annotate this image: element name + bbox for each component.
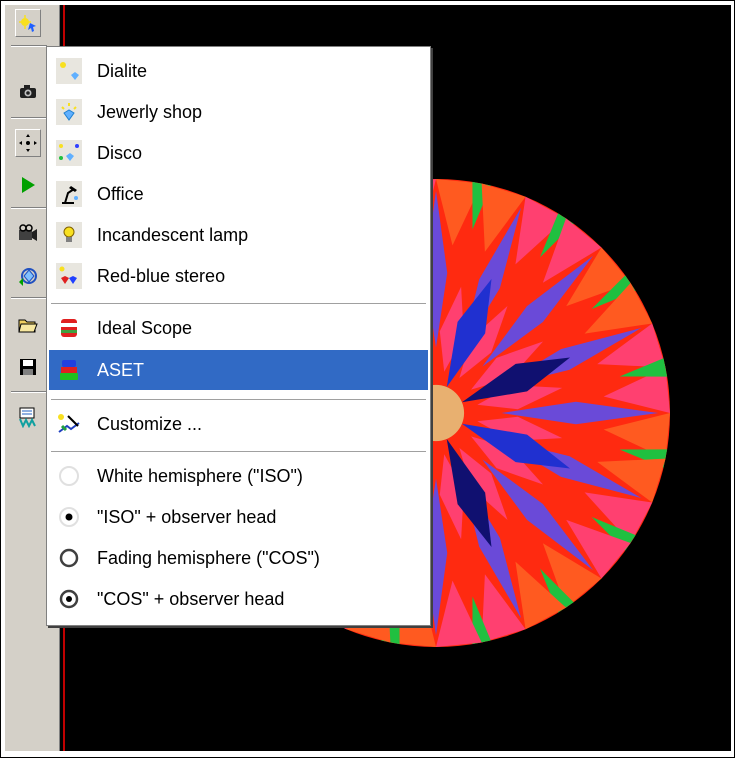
lighting-icon <box>18 13 38 33</box>
report-button[interactable] <box>15 403 41 431</box>
play-icon <box>19 175 37 195</box>
customize-icon <box>56 411 82 437</box>
menu-item-label: Dialite <box>97 61 148 81</box>
camera-settings-icon <box>17 222 39 244</box>
menu-item-white-hemisphere[interactable]: White hemisphere ("ISO") <box>49 456 428 496</box>
menu-item-label: Jewerly shop <box>97 102 203 122</box>
menu-item-iso-observer-head[interactable]: "ISO" + observer head <box>49 497 428 537</box>
menu-item-dialite[interactable]: Dialite <box>49 51 428 91</box>
menu-item-aset[interactable]: ASET <box>49 350 428 390</box>
camera-button[interactable] <box>15 77 41 105</box>
menu-item-label: Customize ... <box>97 414 203 434</box>
menu-item-office[interactable]: Office <box>49 174 428 214</box>
jewelry-shop-icon <box>56 99 82 125</box>
dialite-icon <box>56 58 82 84</box>
radio-dot-circle-icon <box>56 586 82 612</box>
camera-icon <box>18 82 38 100</box>
toolbar-separator <box>11 117 47 119</box>
toolbar-separator <box>11 45 47 47</box>
white-hemisphere-icon <box>56 463 82 489</box>
toolbar-separator <box>11 297 47 299</box>
camera-settings-button[interactable] <box>15 219 41 247</box>
aset-icon <box>56 357 82 383</box>
menu-item-label: Red-blue stereo <box>97 266 226 286</box>
menu-item-label: Fading hemisphere ("COS") <box>97 548 320 568</box>
menu-item-customize[interactable]: Customize ... <box>49 404 428 444</box>
report-icon <box>17 406 39 428</box>
menu-separator <box>51 303 426 304</box>
play-button[interactable] <box>15 171 41 199</box>
toolbar-separator <box>11 391 47 393</box>
menu-item-label: "ISO" + observer head <box>97 507 277 527</box>
save-disk-icon <box>19 358 37 376</box>
menu-separator <box>51 399 426 400</box>
office-lamp-icon <box>56 181 82 207</box>
radio-circle-icon <box>56 545 82 571</box>
menu-item-incandescent-lamp[interactable]: Incandescent lamp <box>49 215 428 255</box>
menu-item-label: Office <box>97 184 144 204</box>
lighting-mode-button[interactable] <box>15 9 41 37</box>
menu-item-label: Ideal Scope <box>97 318 193 338</box>
menu-item-label: White hemisphere ("ISO") <box>97 466 303 486</box>
light-bulb-icon <box>56 222 82 248</box>
menu-item-red-blue-stereo[interactable]: Red-blue stereo <box>49 256 428 296</box>
toolbar-separator <box>11 207 47 209</box>
rotate-gem-icon <box>17 264 39 286</box>
disco-icon <box>56 140 82 166</box>
stereo-icon <box>56 263 82 289</box>
menu-item-ideal-scope[interactable]: Ideal Scope <box>49 308 428 348</box>
move-icon <box>18 133 38 153</box>
menu-item-label: Disco <box>97 143 143 163</box>
radio-dot-icon <box>56 504 82 530</box>
lighting-dropdown-menu: Dialite Jewerly shop Disco Office Incand… <box>46 46 431 626</box>
menu-item-label: "COS" + observer head <box>97 589 285 609</box>
menu-item-disco[interactable]: Disco <box>49 133 428 173</box>
menu-item-cos-observer-head[interactable]: "COS" + observer head <box>49 579 428 619</box>
ideal-scope-icon <box>56 315 82 341</box>
menu-separator <box>51 451 426 452</box>
menu-item-label: Incandescent lamp <box>97 225 249 245</box>
open-folder-button[interactable] <box>15 311 41 339</box>
move-button[interactable] <box>15 129 41 157</box>
application-window: Dialite Jewerly shop Disco Office Incand… <box>0 0 735 758</box>
menu-item-label: ASET <box>97 360 145 380</box>
menu-item-fading-hemisphere[interactable]: Fading hemisphere ("COS") <box>49 538 428 578</box>
open-folder-icon <box>18 316 38 334</box>
save-button[interactable] <box>15 353 41 381</box>
rotate-gem-button[interactable] <box>15 261 41 289</box>
menu-item-jewelry-shop[interactable]: Jewerly shop <box>49 92 428 132</box>
